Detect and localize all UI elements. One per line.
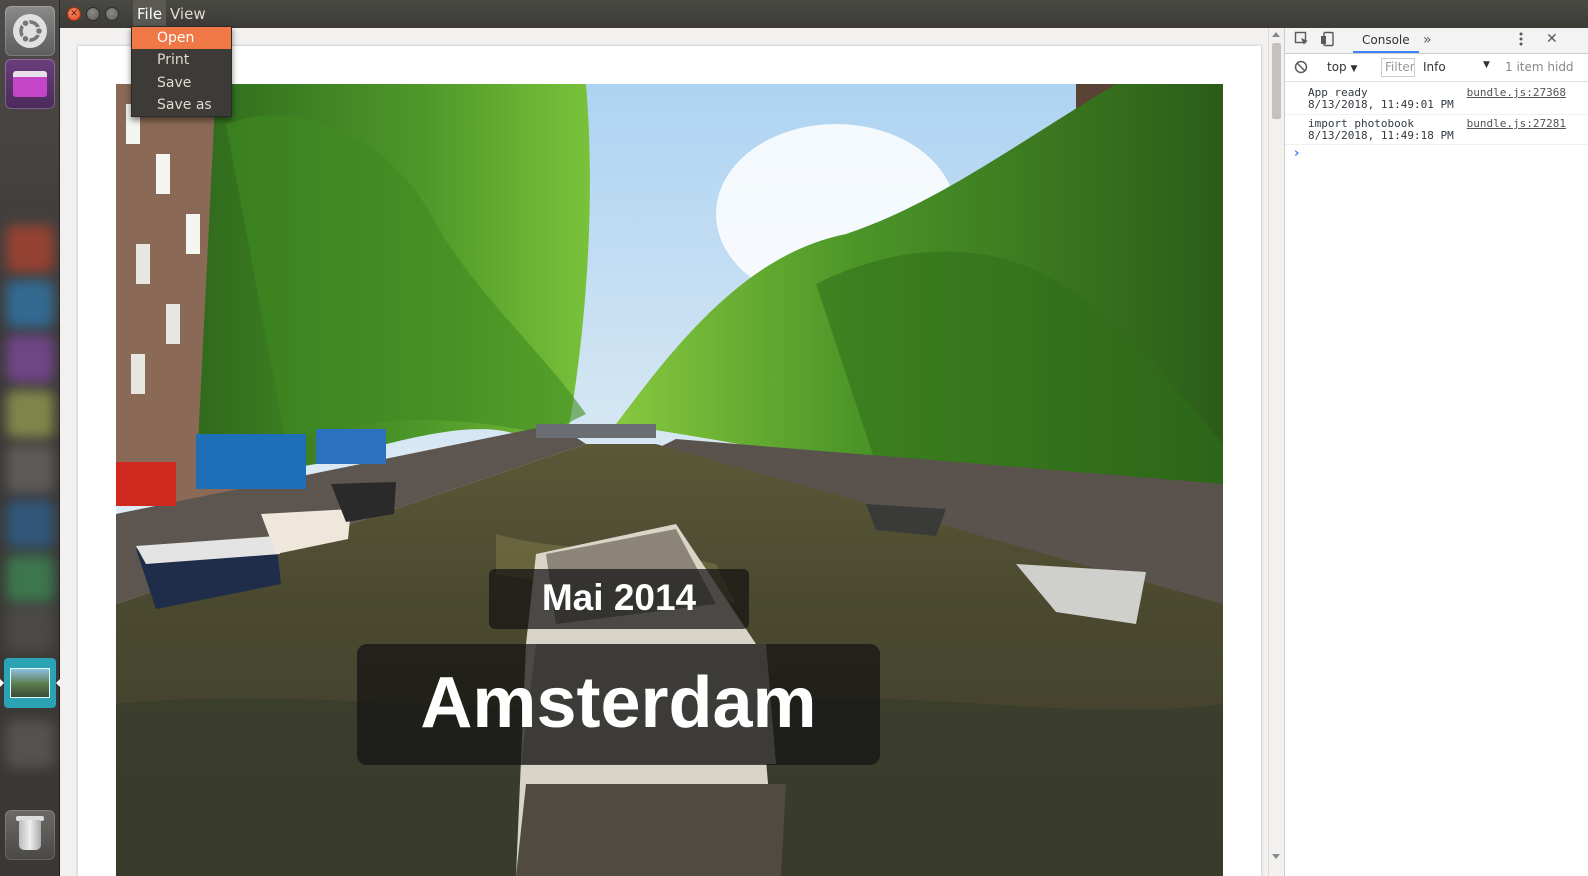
blurred-launcher-icon[interactable] (6, 720, 54, 768)
page-scrollbar[interactable] (1268, 28, 1284, 876)
blurred-launcher-icon[interactable] (6, 605, 54, 653)
menu-item-save[interactable]: Save (132, 72, 231, 94)
trash-icon[interactable] (5, 810, 55, 860)
menu-item-save-as[interactable]: Save as (132, 94, 231, 116)
scroll-down-icon[interactable] (1272, 854, 1280, 859)
log-level-select[interactable]: Info (1423, 60, 1446, 74)
devtools-panel: Console » ✕ top ▼ Filter Info ▼ 1 item h… (1284, 28, 1588, 876)
context-selector[interactable]: top ▼ (1327, 60, 1357, 74)
blurred-launcher-icon[interactable] (6, 500, 54, 548)
menu-file[interactable]: File (133, 0, 167, 28)
chevron-down-icon: ▼ (1350, 64, 1358, 74)
devtools-toolbar: Console » ✕ (1285, 28, 1588, 54)
log-timestamp: 8/13/2018, 11:49:01 PM (1308, 98, 1454, 111)
window-titlebar: ✕ File View (60, 0, 1588, 28)
date-label-box: Mai 2014 (489, 569, 749, 629)
console-prompt-icon[interactable]: › (1294, 146, 1299, 161)
close-devtools-icon[interactable]: ✕ (1546, 31, 1558, 47)
inspect-element-icon[interactable] (1294, 31, 1310, 51)
chevron-down-icon: ▼ (1483, 60, 1490, 70)
console-filter-bar: top ▼ Filter Info ▼ 1 item hidd (1285, 54, 1588, 82)
hidden-items-count: 1 item hidd (1505, 60, 1574, 74)
context-label: top (1327, 60, 1347, 74)
ubuntu-dash-icon[interactable] (5, 6, 55, 56)
maximize-window-button[interactable] (105, 7, 119, 21)
blurred-launcher-icon[interactable] (6, 445, 54, 493)
kebab-menu-icon[interactable] (1519, 32, 1523, 50)
log-source-link[interactable]: bundle.js:27281 (1467, 117, 1566, 130)
photobook-page: Mai 2014 Amsterdam (78, 46, 1261, 876)
scroll-up-icon[interactable] (1272, 32, 1280, 37)
blurred-launcher-icon[interactable] (6, 390, 54, 438)
unity-launcher (0, 0, 60, 876)
menu-item-open[interactable]: Open (132, 27, 231, 49)
minimize-window-button[interactable] (86, 7, 100, 21)
date-label: Mai 2014 (541, 577, 697, 618)
log-timestamp: 8/13/2018, 11:49:18 PM (1308, 129, 1454, 142)
console-log-row: App ready 8/13/2018, 11:49:01 PM bundle.… (1285, 84, 1588, 115)
log-source-link[interactable]: bundle.js:27368 (1467, 86, 1566, 99)
more-tabs-icon[interactable]: » (1423, 32, 1432, 48)
scrollbar-thumb[interactable] (1272, 43, 1281, 119)
console-log-row: import photobook 8/13/2018, 11:49:18 PM … (1285, 115, 1588, 145)
tab-console[interactable]: Console (1353, 28, 1419, 53)
close-window-button[interactable]: ✕ (67, 7, 81, 21)
blurred-launcher-icon[interactable] (6, 335, 54, 383)
file-menu-dropdown: Open Print Save Save as (131, 26, 232, 117)
menu-item-print[interactable]: Print (132, 49, 231, 71)
device-toolbar-icon[interactable] (1320, 31, 1336, 51)
photobook-title: Amsterdam (420, 663, 817, 743)
blurred-launcher-icon[interactable] (6, 225, 54, 273)
title-label-box: Amsterdam (357, 644, 880, 765)
menu-view[interactable]: View (166, 0, 210, 28)
app-window-icon[interactable] (5, 59, 55, 109)
cover-photo: Mai 2014 Amsterdam (116, 84, 1223, 876)
clear-console-icon[interactable] (1294, 60, 1308, 78)
app-content: Mai 2014 Amsterdam (60, 28, 1284, 876)
blurred-launcher-icon[interactable] (6, 555, 54, 603)
blurred-launcher-icon[interactable] (6, 280, 54, 328)
console-filter-input[interactable]: Filter (1381, 58, 1415, 77)
photobook-app-icon[interactable] (4, 658, 56, 708)
